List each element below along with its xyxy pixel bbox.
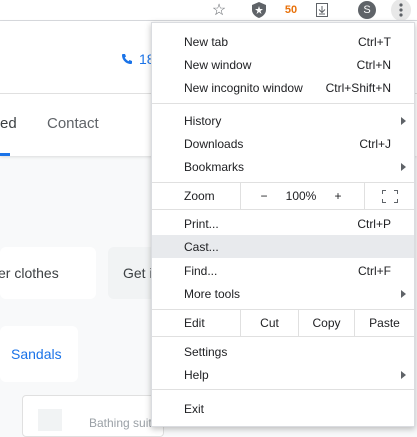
menu-item-cast[interactable]: Cast... <box>152 235 414 258</box>
star-icon[interactable]: ☆ <box>209 0 229 20</box>
nav-tab-active[interactable]: ed <box>0 115 17 132</box>
more-menu-icon[interactable] <box>391 0 411 21</box>
zoom-out-button[interactable]: − <box>248 183 280 209</box>
product-card-bathing[interactable]: Bathing suits <box>22 395 164 437</box>
orange-extension-icon[interactable]: 50 <box>282 0 300 20</box>
card-label: Sandals <box>11 346 62 362</box>
category-card-clothes[interactable]: er clothes <box>0 247 96 299</box>
menu-shortcut: Ctrl+T <box>358 34 391 49</box>
menu-shortcut: Ctrl+F <box>358 263 391 278</box>
menu-shortcut: Ctrl+P <box>357 216 391 231</box>
menu-item-more-tools[interactable]: More tools <box>152 282 414 305</box>
fullscreen-icon <box>381 189 398 203</box>
submenu-arrow-icon <box>401 289 406 298</box>
menu-item-history[interactable]: History <box>152 109 414 132</box>
menu-label: Exit <box>184 401 205 416</box>
menu-shortcut: Ctrl+Shift+N <box>325 80 391 95</box>
menu-label: Bookmarks <box>184 159 245 174</box>
zoom-label: Zoom <box>184 189 215 203</box>
copy-button[interactable]: Copy <box>299 310 354 336</box>
download-extension-icon[interactable] <box>314 0 330 20</box>
menu-item-downloads[interactable]: Downloads Ctrl+J <box>152 132 414 155</box>
shield-extension-icon[interactable] <box>251 0 267 20</box>
cut-button[interactable]: Cut <box>241 310 298 336</box>
menu-label: More tools <box>184 286 241 301</box>
fullscreen-button[interactable] <box>365 183 414 209</box>
menu-label: Settings <box>184 344 228 359</box>
profile-avatar[interactable]: S <box>357 0 377 20</box>
phone-link[interactable]: 18 <box>121 51 155 67</box>
menu-separator <box>152 389 414 390</box>
submenu-arrow-icon <box>401 162 406 171</box>
zoom-row: Zoom − 100% + <box>152 183 414 209</box>
phone-icon <box>122 54 132 64</box>
menu-item-new-tab[interactable]: New tab Ctrl+T <box>152 30 414 53</box>
card-label: er clothes <box>0 265 59 281</box>
edit-row: Edit Cut Copy Paste <box>152 310 414 336</box>
menu-separator <box>152 209 414 210</box>
menu-item-print[interactable]: Print... Ctrl+P <box>152 212 414 235</box>
menu-item-settings[interactable]: Settings <box>152 340 414 363</box>
product-label: Bathing suits <box>89 416 158 430</box>
nav-tab-contact[interactable]: Contact <box>47 115 99 132</box>
category-card-sandals[interactable]: Sandals <box>0 326 78 382</box>
zoom-level: 100% <box>285 189 317 203</box>
submenu-arrow-icon <box>401 370 406 379</box>
menu-item-new-window[interactable]: New window Ctrl+N <box>152 53 414 76</box>
menu-separator <box>152 103 414 104</box>
zoom-divider <box>240 183 241 209</box>
product-thumbnail <box>38 409 62 431</box>
menu-item-exit[interactable]: Exit <box>152 397 414 420</box>
chrome-main-menu: New tab Ctrl+T New window Ctrl+N New incog… <box>151 22 415 427</box>
menu-item-find[interactable]: Find... Ctrl+F <box>152 259 414 282</box>
edit-label: Edit <box>184 316 205 330</box>
card-label: Get i <box>123 265 153 281</box>
nav-active-indicator <box>0 153 10 156</box>
menu-item-help[interactable]: Help <box>152 363 414 386</box>
menu-label: Cast... <box>184 239 219 254</box>
menu-item-new-incognito[interactable]: New incognito window Ctrl+Shift+N <box>152 76 414 99</box>
submenu-arrow-icon <box>401 116 406 125</box>
menu-separator <box>152 336 414 337</box>
browser-toolbar: ☆ 50 S <box>0 0 417 21</box>
paste-button[interactable]: Paste <box>355 310 414 336</box>
menu-shortcut: Ctrl+N <box>356 57 391 72</box>
menu-label: History <box>184 113 222 128</box>
menu-shortcut: Ctrl+J <box>359 136 391 151</box>
menu-item-bookmarks[interactable]: Bookmarks <box>152 155 414 178</box>
avatar-letter: S <box>358 1 376 19</box>
zoom-in-button[interactable]: + <box>322 183 354 209</box>
menu-label: Help <box>184 367 209 382</box>
